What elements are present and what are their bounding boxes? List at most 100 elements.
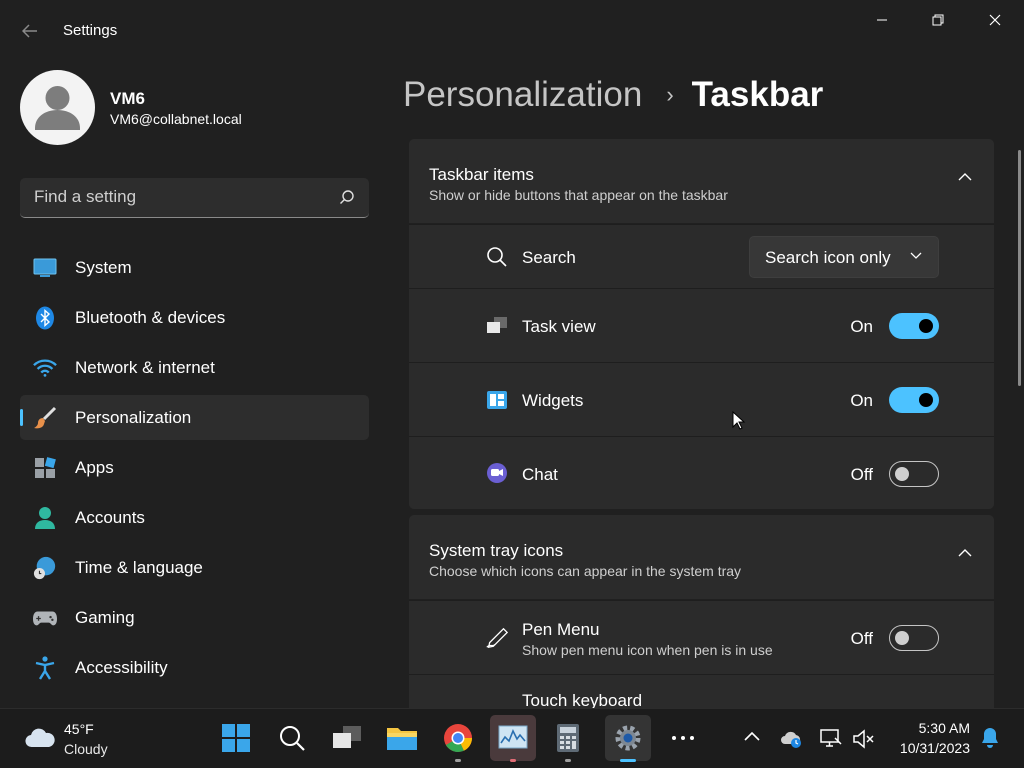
- setting-label: Search: [522, 248, 576, 267]
- title-bar: Settings: [0, 0, 1024, 60]
- pen-icon: [485, 626, 509, 650]
- minimize-button[interactable]: [853, 0, 910, 40]
- settings-app-button[interactable]: [605, 715, 651, 762]
- search-mode-dropdown[interactable]: Search icon only: [749, 236, 939, 278]
- search-box: [20, 178, 369, 218]
- breadcrumb-parent[interactable]: Personalization: [403, 75, 642, 115]
- network-display-icon[interactable]: [820, 729, 842, 749]
- chat-icon: [485, 461, 509, 485]
- sidebar-nav: System Bluetooth & devices Network & int…: [20, 245, 369, 695]
- breadcrumb-separator: ›: [666, 81, 674, 107]
- sidebar-item-label: Accessibility: [75, 657, 168, 677]
- section-subtitle: Choose which icons can appear in the sys…: [429, 563, 742, 579]
- back-button[interactable]: [14, 16, 46, 46]
- more-apps-button[interactable]: [660, 715, 706, 761]
- setting-label: Widgets: [522, 391, 584, 410]
- running-indicator: [565, 759, 571, 762]
- taskbar-items-header[interactable]: Taskbar items Show or hide buttons that …: [409, 139, 994, 223]
- chrome-button[interactable]: [435, 715, 481, 762]
- close-button[interactable]: [966, 0, 1023, 40]
- search-icon: [485, 245, 509, 269]
- restore-icon: [932, 14, 943, 26]
- section-title: Taskbar items: [429, 165, 534, 184]
- sidebar-item-label: Time & language: [75, 557, 203, 577]
- search-icon: [280, 726, 305, 751]
- setting-label: Task view: [522, 317, 596, 336]
- gear-icon: [615, 725, 641, 751]
- file-explorer-button[interactable]: [379, 715, 425, 761]
- taskbar: 45°F Cloudy 5:30 AM 10/31/2023: [0, 708, 1024, 768]
- sidebar-item-personalization[interactable]: Personalization: [20, 395, 369, 440]
- start-button[interactable]: [213, 715, 259, 761]
- scrollbar[interactable]: [1018, 150, 1021, 386]
- sidebar-item-label: Apps: [75, 457, 114, 477]
- chat-toggle[interactable]: [889, 461, 939, 487]
- wifi-icon: [33, 357, 57, 379]
- app-title: Settings: [63, 22, 118, 39]
- sidebar-item-label: Network & internet: [75, 357, 215, 377]
- section-title: System tray icons: [429, 541, 564, 560]
- system-tray-header[interactable]: System tray icons Choose which icons can…: [409, 515, 994, 599]
- profile-name: VM6: [110, 89, 145, 108]
- toggle-knob: [895, 467, 909, 481]
- chevron-up-icon[interactable]: [958, 549, 972, 557]
- calculator-button[interactable]: [545, 715, 591, 762]
- volume-muted-icon[interactable]: [853, 729, 875, 749]
- search-icon[interactable]: [339, 189, 355, 205]
- sidebar-item-accessibility[interactable]: Accessibility: [20, 645, 369, 690]
- sidebar-item-bluetooth[interactable]: Bluetooth & devices: [20, 295, 369, 340]
- performance-monitor-button[interactable]: [490, 715, 536, 762]
- setting-row-touch-keyboard: Touch keyboard: [409, 674, 994, 710]
- avatar[interactable]: [20, 70, 95, 145]
- sidebar-item-label: Personalization: [75, 407, 192, 427]
- monitor-graph-icon: [498, 725, 528, 749]
- sidebar-item-accounts[interactable]: Accounts: [20, 495, 369, 540]
- sidebar-item-system[interactable]: System: [20, 245, 369, 290]
- chrome-icon: [444, 724, 472, 752]
- setting-label: Chat: [522, 465, 558, 484]
- toggle-state: On: [850, 317, 873, 336]
- chevron-down-icon: [910, 252, 922, 259]
- toggle-state: Off: [850, 629, 873, 648]
- setting-row-widgets: Widgets On: [409, 362, 994, 436]
- calculator-icon: [557, 724, 579, 752]
- search-input[interactable]: [20, 178, 330, 216]
- task-view-button[interactable]: [324, 715, 370, 761]
- onedrive-icon[interactable]: [780, 729, 804, 749]
- running-indicator: [455, 759, 461, 762]
- restore-button[interactable]: [909, 0, 966, 40]
- chevron-up-icon[interactable]: [744, 731, 760, 741]
- windows-logo-icon: [222, 724, 250, 752]
- more-dots-icon: [672, 736, 694, 740]
- mouse-cursor-icon: [732, 411, 746, 430]
- page-title: Taskbar: [691, 74, 824, 114]
- setting-row-chat: Chat Off: [409, 436, 994, 509]
- task-view-toggle[interactable]: [889, 313, 939, 339]
- setting-row-pen-menu: Pen Menu Show pen menu icon when pen is …: [409, 600, 994, 674]
- clock-date[interactable]: 10/31/2023: [880, 740, 970, 756]
- sidebar-item-apps[interactable]: Apps: [20, 445, 369, 490]
- weather-condition[interactable]: Cloudy: [64, 741, 108, 757]
- widgets-toggle[interactable]: [889, 387, 939, 413]
- bluetooth-icon: [33, 306, 57, 330]
- notification-bell-icon[interactable]: [980, 727, 1000, 749]
- pen-menu-toggle[interactable]: [889, 625, 939, 651]
- widgets-icon: [485, 388, 509, 412]
- sidebar-item-label: Accounts: [75, 507, 145, 527]
- sidebar-item-gaming[interactable]: Gaming: [20, 595, 369, 640]
- brush-icon: [33, 406, 57, 429]
- chevron-up-icon[interactable]: [958, 173, 972, 181]
- minimize-icon: [876, 19, 887, 21]
- cloud-icon[interactable]: [24, 727, 56, 749]
- apps-icon: [33, 457, 57, 479]
- sidebar-item-network[interactable]: Network & internet: [20, 345, 369, 390]
- toggle-knob: [895, 631, 909, 645]
- sidebar-item-time-language[interactable]: Time & language: [20, 545, 369, 590]
- active-indicator: [620, 759, 636, 762]
- accessibility-icon: [33, 656, 57, 680]
- toggle-state: On: [850, 391, 873, 410]
- weather-temperature[interactable]: 45°F: [64, 721, 94, 737]
- clock-time[interactable]: 5:30 AM: [900, 720, 970, 736]
- folder-icon: [387, 728, 417, 750]
- taskbar-search-button[interactable]: [269, 715, 315, 761]
